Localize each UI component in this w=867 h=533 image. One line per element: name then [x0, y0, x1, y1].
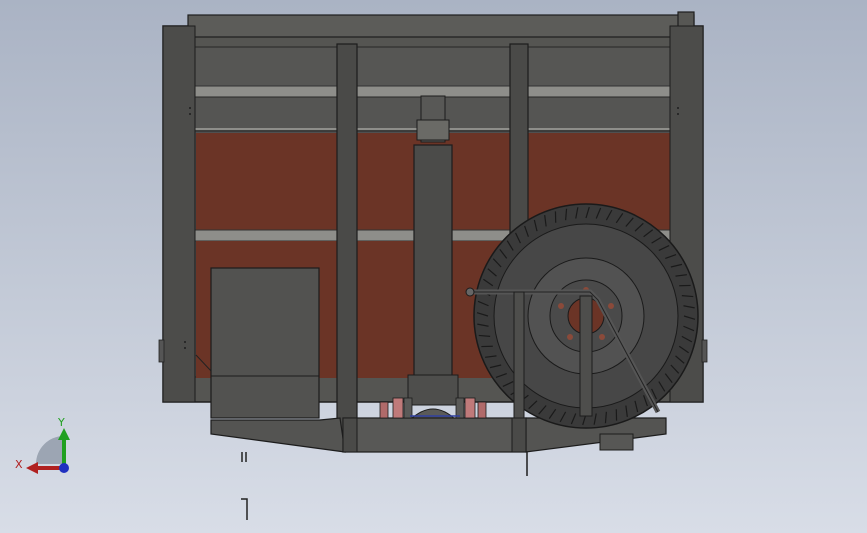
- axis-triad: Y X: [15, 416, 70, 474]
- x-axis-label: X: [15, 458, 23, 471]
- y-axis-label: Y: [57, 416, 65, 429]
- dimension-marks: [241, 452, 248, 520]
- toolbox: [210, 267, 320, 419]
- cad-viewport[interactable]: Y X: [0, 0, 867, 533]
- trailer-drawing: Y X: [15, 11, 708, 520]
- hydraulic-cylinder: [407, 95, 459, 421]
